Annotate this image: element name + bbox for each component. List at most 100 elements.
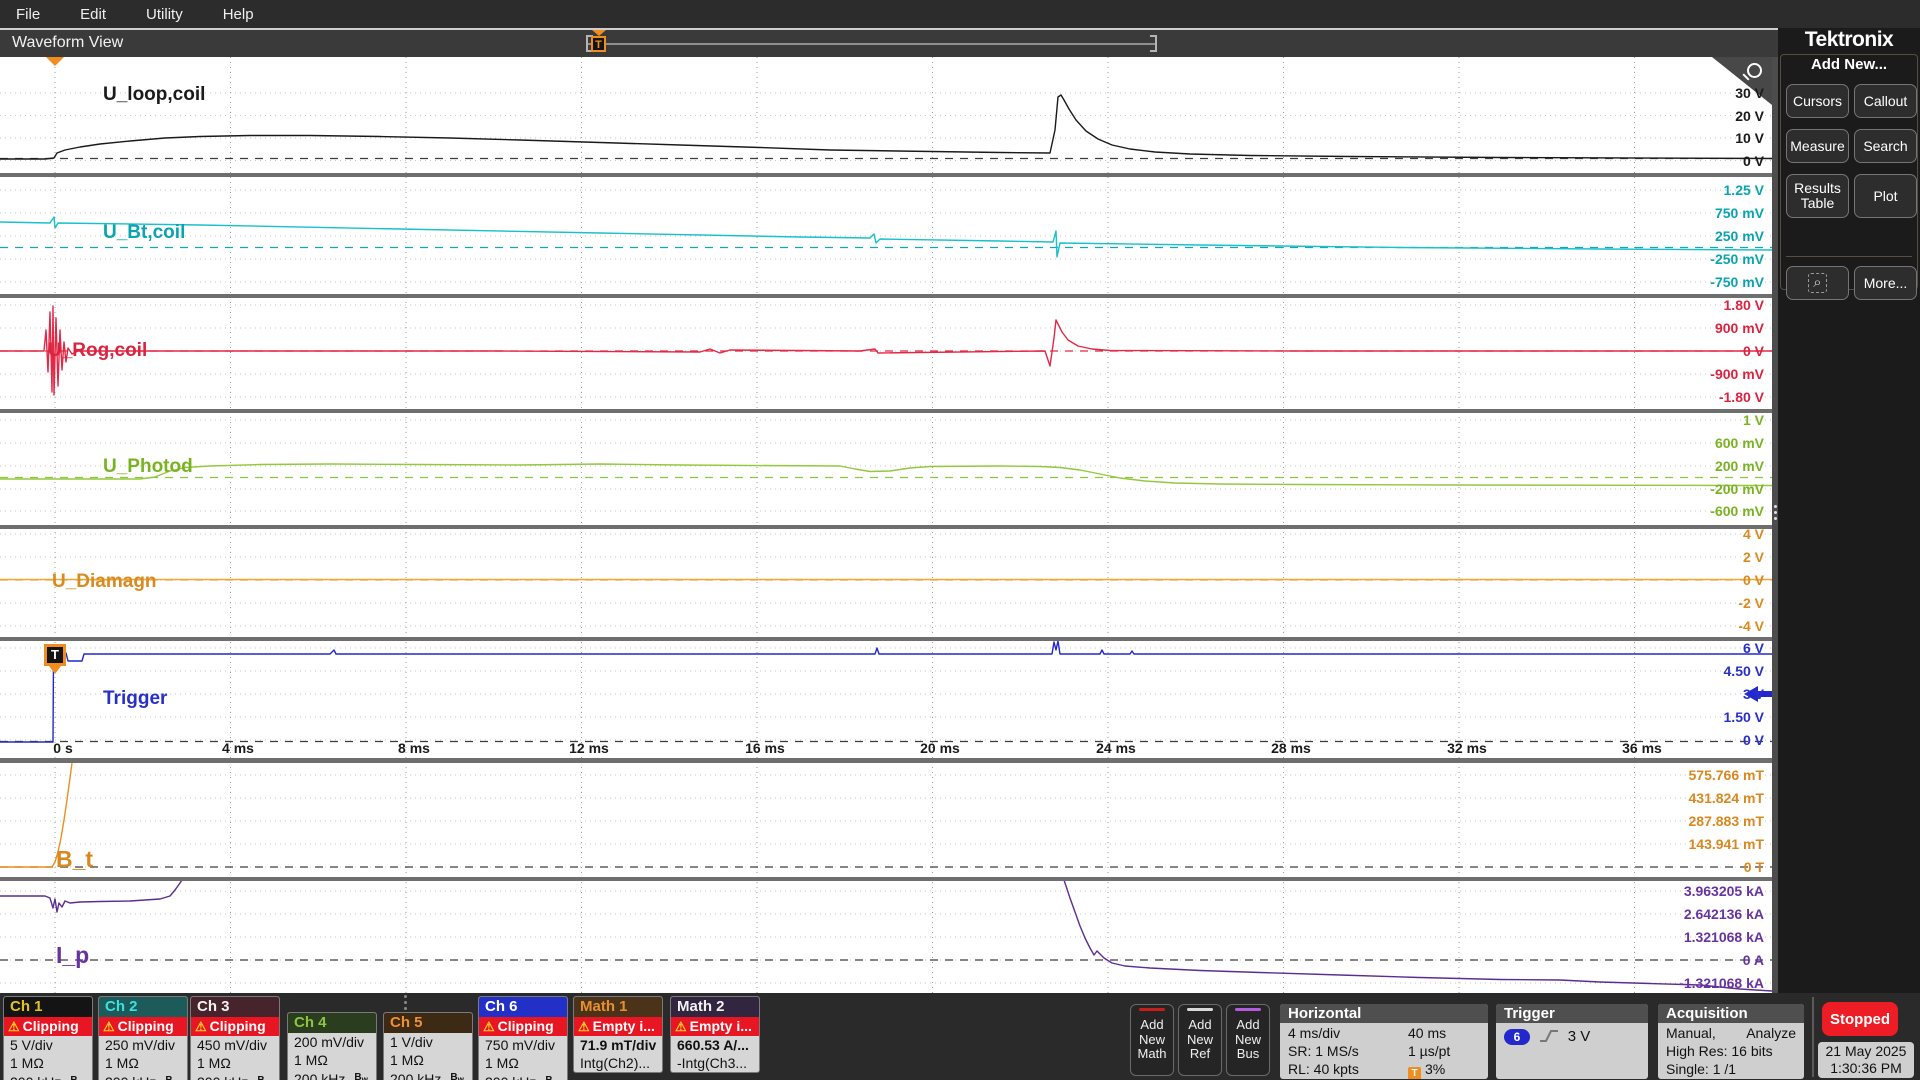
add-new-ref-button[interactable]: Add New Ref: [1178, 1004, 1222, 1076]
zoom-region-button[interactable]: ⌕: [1786, 266, 1849, 300]
results-table-button[interactable]: Results Table: [1786, 174, 1849, 218]
scale-label-c3: -900 mV: [1710, 365, 1764, 383]
time-axis-label: 20 ms: [920, 740, 960, 756]
search-button[interactable]: Search: [1854, 129, 1917, 163]
sample-rate: SR: 1 MS/s: [1288, 1043, 1359, 1059]
scale-label-c5: -2 V: [1738, 594, 1764, 612]
badge-row: 200 kHzBw: [479, 1072, 567, 1080]
callout-button[interactable]: Callout: [1854, 84, 1917, 118]
menu-file[interactable]: File: [16, 6, 40, 23]
badge-header: Ch 3: [191, 997, 279, 1017]
badge-row: 1 MΩ: [384, 1051, 472, 1069]
bottom-badge-ch-1[interactable]: Ch 1⚠Clipping5 V/div1 MΩ200 kHzBw: [3, 996, 93, 1080]
scale-label-c2: 1.25 V: [1724, 181, 1764, 199]
add-new-divider: [1786, 256, 1912, 257]
bottom-badge-ch-2[interactable]: Ch 2⚠Clipping250 mV/div1 MΩ200 kHzBw: [98, 996, 188, 1080]
warning-row: ⚠Clipping: [479, 1017, 567, 1036]
trigger-source-badge: 6: [1504, 1029, 1530, 1045]
bottom-badge-math-1[interactable]: Math 1⚠Empty i...71.9 mT/divIntg(Ch2)...: [573, 996, 663, 1073]
add-new-math-button[interactable]: Add New Math: [1130, 1004, 1174, 1076]
acquisition-panel[interactable]: Acquisition Manual, Analyze High Res: 16…: [1658, 1004, 1804, 1079]
time-axis-label: 8 ms: [398, 740, 430, 756]
bottom-badge-ch-4[interactable]: Ch 4200 mV/div1 MΩ200 kHzBw: [287, 1012, 377, 1080]
splitter-grip-icon: [1774, 505, 1777, 508]
channel-label-c1[interactable]: U_loop,coil: [103, 84, 205, 106]
add-new-bus-button[interactable]: Add New Bus: [1226, 1004, 1270, 1076]
more-button[interactable]: More...: [1854, 266, 1917, 300]
warning-icon: ⚠: [578, 1019, 590, 1034]
bottom-badge-ch-5[interactable]: Ch 51 V/div1 MΩ200 kHzBw: [383, 1012, 473, 1080]
scale-label-m1: 287.883 mT: [1689, 812, 1765, 830]
horizontal-panel-title: Horizontal: [1280, 1004, 1488, 1023]
scale-label-c5: 0 V: [1743, 571, 1764, 589]
badge-row: 250 mV/div: [99, 1036, 187, 1054]
scale-label-c1: 30 V: [1735, 84, 1764, 102]
time-axis-label: 16 ms: [745, 740, 785, 756]
trigger-position-flag-icon[interactable]: T: [591, 36, 606, 52]
menu-bar: File Edit Utility Help: [0, 0, 1920, 28]
channel-label-c2[interactable]: U_Bt,coil: [103, 222, 185, 244]
trigger-panel[interactable]: Trigger 6 3 V: [1496, 1004, 1648, 1079]
record-length: RL: 40 kpts: [1288, 1061, 1359, 1077]
sample-interval: 1 µs/pt: [1408, 1043, 1450, 1059]
channel-label-m2[interactable]: I_p: [56, 942, 89, 969]
scale-label-c6: 6 V: [1743, 639, 1764, 657]
scale-label-m1: 0 T: [1744, 858, 1764, 876]
menu-utility[interactable]: Utility: [146, 6, 183, 23]
menu-edit[interactable]: Edit: [80, 6, 106, 23]
hpos-right-bracket: [1150, 35, 1157, 52]
accent-bar: [1235, 1008, 1261, 1011]
waveform-view[interactable]: T 30 V20 V10 V0 V1.25 V750 mV250 mV-250 …: [0, 57, 1778, 993]
scale-label-c3: 1.80 V: [1724, 296, 1764, 314]
bandwidth-icon: Bw: [165, 1075, 178, 1080]
bandwidth-icon: Bw: [257, 1075, 270, 1080]
t-icon: T: [1408, 1067, 1421, 1079]
channel-label-c6[interactable]: Trigger: [103, 688, 167, 710]
channel-label-c4[interactable]: U_Photod: [103, 456, 193, 478]
scale-label-c6: 3 V: [1743, 685, 1764, 703]
channel-label-c5[interactable]: U_Diamagn: [52, 571, 157, 593]
scale-label-c3: -1.80 V: [1719, 388, 1764, 406]
badge-header: Math 2: [671, 997, 759, 1017]
badge-row: 1 MΩ: [99, 1054, 187, 1072]
menu-help[interactable]: Help: [223, 6, 254, 23]
trigger-top-marker-icon[interactable]: [46, 57, 64, 66]
bandwidth-icon: Bw: [450, 1072, 463, 1080]
bandwidth-icon: Bw: [545, 1075, 558, 1080]
cursors-button[interactable]: Cursors: [1786, 84, 1849, 118]
measure-button[interactable]: Measure: [1786, 129, 1849, 163]
time-axis-label: 24 ms: [1096, 740, 1136, 756]
trace-c4: [0, 464, 1772, 486]
scale-label-c6: 4.50 V: [1724, 662, 1764, 680]
plot-button[interactable]: Plot: [1854, 174, 1917, 218]
scale-label-c2: 250 mV: [1715, 227, 1764, 245]
rising-edge-icon: [1538, 1028, 1560, 1044]
bottom-badge-math-2[interactable]: Math 2⚠Empty i...660.53 A/...-Intg(Ch3..…: [670, 996, 760, 1073]
badge-row: 200 mV/div: [288, 1033, 376, 1051]
horizontal-position-bar[interactable]: [586, 43, 1157, 45]
badge-bar-grip-icon[interactable]: [404, 995, 407, 998]
badge-row: 200 kHzBw: [99, 1072, 187, 1080]
bottom-badge-ch-3[interactable]: Ch 3⚠Clipping450 mV/div1 MΩ200 kHzBw: [190, 996, 280, 1080]
channel-label-c3[interactable]: U_Rog,coil: [48, 340, 147, 362]
time-axis-label: 36 ms: [1622, 740, 1662, 756]
datetime-display: 21 May 2025 1:30:36 PM: [1818, 1042, 1914, 1078]
horizontal-panel[interactable]: Horizontal 4 ms/div 40 ms SR: 1 MS/s 1 µ…: [1280, 1004, 1488, 1079]
badge-row: 200 kHzBw: [288, 1069, 376, 1080]
scale-label-c4: 1 V: [1743, 411, 1764, 429]
trigger-level: 3 V: [1568, 1028, 1591, 1045]
time-axis-label: 4 ms: [222, 740, 254, 756]
badge-header: Ch 5: [384, 1013, 472, 1033]
scale-label-c1: 0 V: [1743, 152, 1764, 170]
scale-label-c4: -200 mV: [1710, 480, 1764, 498]
scale-label-m2: 1.321068 kA: [1684, 928, 1764, 946]
bottom-badge-ch-6[interactable]: Ch 6⚠Clipping750 mV/div1 MΩ200 kHzBw: [478, 996, 568, 1080]
horizontal-window: 40 ms: [1408, 1025, 1446, 1041]
acq-analyze: Analyze: [1746, 1025, 1796, 1041]
run-stop-button[interactable]: Stopped: [1822, 1002, 1898, 1036]
scale-label-c1: 20 V: [1735, 107, 1764, 125]
time-axis-label: 32 ms: [1447, 740, 1487, 756]
time-axis-label: 12 ms: [569, 740, 609, 756]
channel-label-m1[interactable]: B_t: [56, 846, 93, 873]
trigger-flag-icon[interactable]: T: [44, 644, 66, 666]
